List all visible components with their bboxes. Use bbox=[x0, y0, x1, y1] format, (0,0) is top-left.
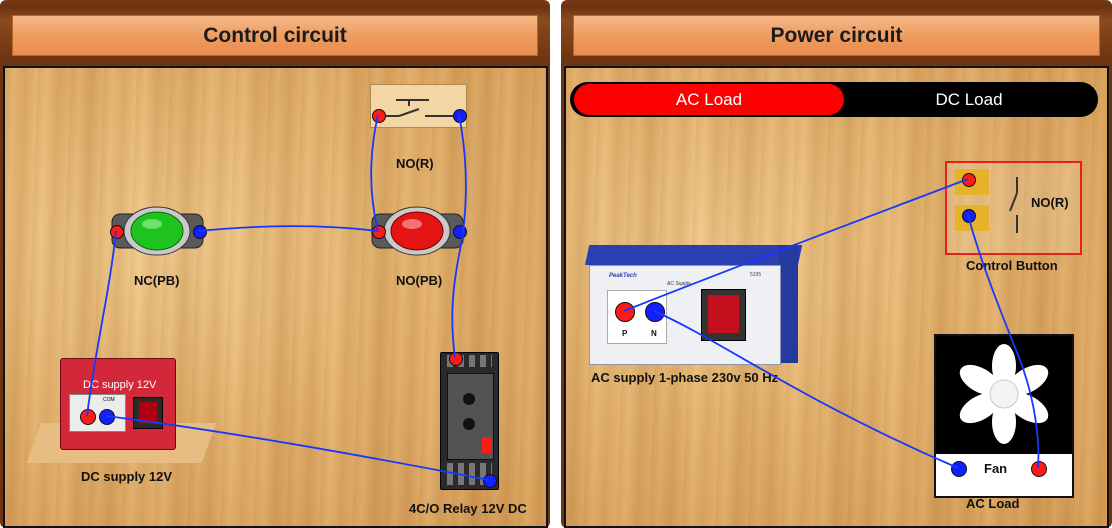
control-circuit-title: Control circuit bbox=[12, 15, 538, 56]
no-pb-terminal-red[interactable] bbox=[372, 225, 386, 239]
dc-supply-panel bbox=[69, 394, 126, 432]
dc-supply-label: DC supply 12V bbox=[81, 469, 173, 484]
relay-terminal-red[interactable] bbox=[449, 352, 463, 366]
control-button-label: Control Button bbox=[966, 258, 1058, 273]
control-button-terminal-blue[interactable] bbox=[962, 209, 976, 223]
nc-pb-label: NC(PB) bbox=[134, 273, 180, 288]
no-r-terminal-blue[interactable] bbox=[453, 109, 467, 123]
relay-terminal-blue[interactable] bbox=[483, 474, 497, 488]
dc-supply-face-label: DC supply 12V bbox=[83, 379, 157, 391]
ac-load-toggle-button[interactable]: AC Load bbox=[574, 84, 844, 115]
fan-icon bbox=[959, 344, 1049, 444]
power-circuit-title: Power circuit bbox=[573, 15, 1100, 56]
dc-power-switch[interactable] bbox=[133, 397, 163, 429]
ac-supply-label: AC supply 1-phase 230v 50 Hz bbox=[591, 370, 779, 385]
ac-supply-brand: PeakTech bbox=[609, 273, 637, 279]
dc-supply-com-label: COM bbox=[103, 397, 115, 403]
relay-indicator bbox=[482, 437, 492, 453]
ac-rocker-icon bbox=[708, 295, 739, 333]
ac-supply-model: 5195 bbox=[750, 272, 762, 278]
no-pb-label: NO(PB) bbox=[396, 273, 443, 288]
ac-terminal-p[interactable] bbox=[615, 302, 635, 322]
dc-terminal-blue[interactable] bbox=[99, 409, 115, 425]
dc-terminal-red[interactable] bbox=[80, 409, 96, 425]
nc-pb-terminal-blue[interactable] bbox=[193, 225, 207, 239]
ac-supply-p-label: P bbox=[622, 329, 628, 338]
nc-pb-terminal-red[interactable] bbox=[110, 225, 124, 239]
relay-knob-2 bbox=[463, 418, 475, 430]
fan-terminal-red[interactable] bbox=[1031, 461, 1047, 477]
no-r-label: NO(R) bbox=[396, 156, 434, 171]
rocker-icon bbox=[139, 402, 157, 424]
ac-supply-top bbox=[585, 245, 803, 265]
ac-load-label: AC Load bbox=[966, 496, 1020, 511]
ac-supply-n-label: N bbox=[651, 329, 657, 338]
no-r-terminal-red[interactable] bbox=[372, 109, 386, 123]
dc-load-toggle-button[interactable]: DC Load bbox=[844, 84, 1094, 115]
ac-supply-tag: AC Supply bbox=[667, 281, 691, 287]
nc-pushbutton[interactable] bbox=[110, 206, 205, 256]
dc-load-toggle-label: DC Load bbox=[935, 89, 1003, 109]
no-pb-terminal-blue[interactable] bbox=[453, 225, 467, 239]
relay-contact-icon bbox=[1009, 177, 1018, 233]
control-button-terminal-red[interactable] bbox=[962, 173, 976, 187]
ac-terminal-n[interactable] bbox=[645, 302, 665, 322]
load-toggle: AC Load DC Load bbox=[570, 82, 1098, 117]
ac-power-switch[interactable] bbox=[701, 289, 746, 341]
control-button-nor-label: NO(R) bbox=[1031, 195, 1069, 210]
ac-load-toggle-label: AC Load bbox=[675, 89, 743, 109]
relay-knob bbox=[463, 393, 475, 405]
relay-label: 4C/O Relay 12V DC bbox=[409, 501, 527, 516]
dc-supply-unit[interactable]: DC supply 12V COM bbox=[60, 358, 176, 450]
relay-unit[interactable] bbox=[440, 352, 499, 490]
switch-symbol-icon bbox=[379, 99, 459, 117]
fan-label: Fan bbox=[984, 461, 1008, 476]
fan-terminal-blue[interactable] bbox=[951, 461, 967, 477]
ac-supply-side bbox=[779, 245, 798, 363]
no-r-contact[interactable] bbox=[370, 84, 467, 128]
